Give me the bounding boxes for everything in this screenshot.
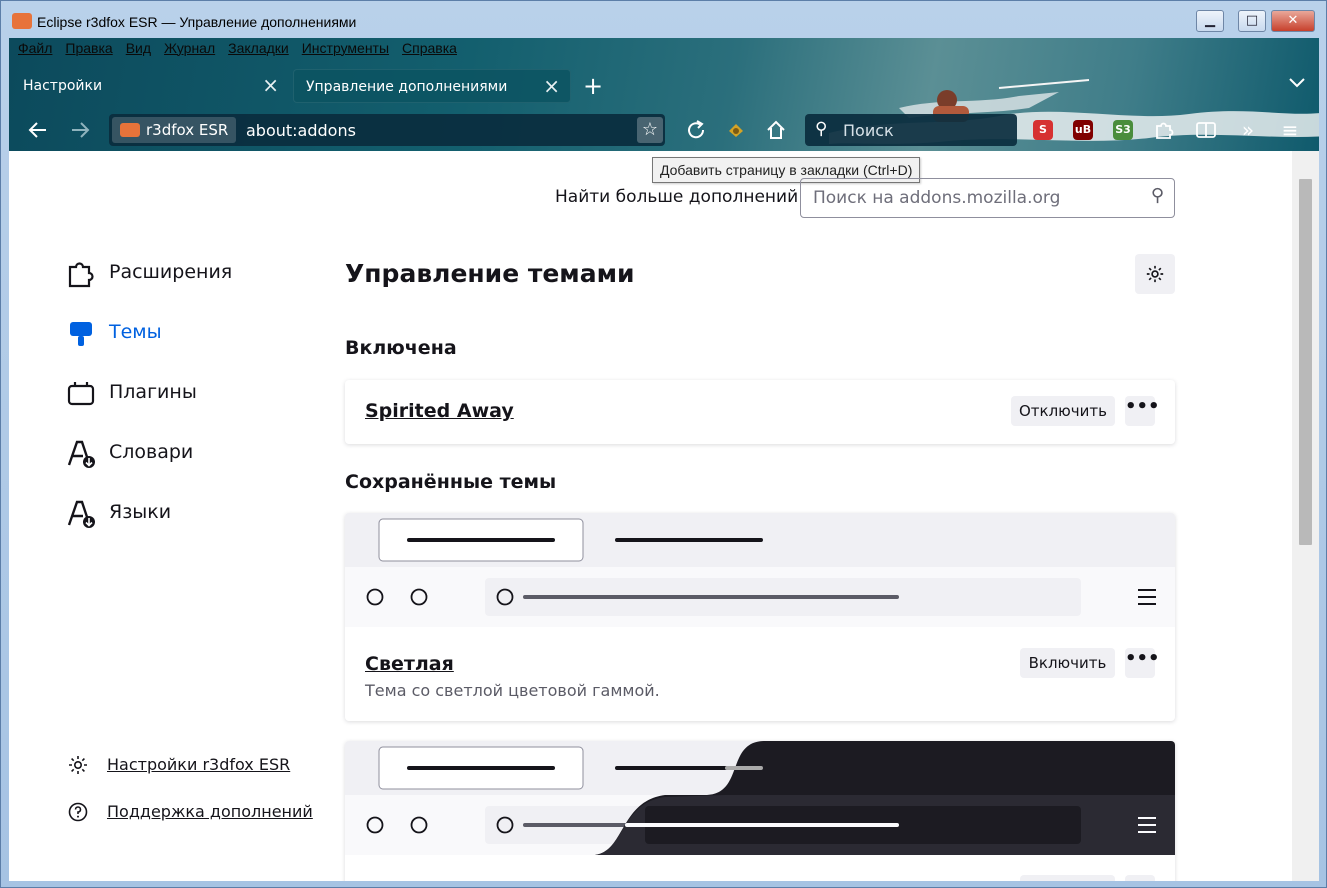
gear-icon	[69, 756, 87, 774]
theme-card-light: Светлая Тема со светлой цветовой гаммой.…	[345, 513, 1175, 721]
extensions-puzzle-icon[interactable]	[1153, 119, 1175, 141]
category-languages[interactable]: Языки	[65, 494, 305, 530]
menu-bookmarks[interactable]: Закладки	[228, 40, 289, 62]
menu-history[interactable]: Журнал	[164, 40, 215, 62]
more-options-button[interactable]	[1125, 875, 1155, 881]
light-theme-preview	[345, 513, 1175, 627]
menu-view[interactable]: Вид	[126, 40, 151, 62]
help-icon	[68, 802, 88, 822]
new-tab-icon[interactable]: +	[583, 74, 603, 98]
enable-button[interactable]	[1020, 875, 1115, 881]
enabled-theme-card: Spirited Away Отключить •••	[345, 380, 1175, 444]
theme-name[interactable]: Spirited Away	[365, 400, 514, 422]
menu-help[interactable]: Справка	[402, 40, 457, 62]
home-icon[interactable]	[765, 119, 787, 141]
category-plugins[interactable]: Плагины	[65, 374, 305, 410]
vertical-scrollbar[interactable]	[1292, 151, 1319, 881]
search-icon: ⚲	[1150, 185, 1164, 206]
menu-bar: Файл Правка Вид Журнал Закладки Инструме…	[9, 40, 461, 62]
scrollbar-thumb[interactable]	[1299, 179, 1312, 545]
plugin-icon	[67, 382, 95, 406]
menu-edit[interactable]: Правка	[65, 40, 112, 62]
list-all-tabs-icon[interactable]	[1289, 76, 1305, 92]
extension-s3-icon[interactable]: S3	[1113, 120, 1133, 140]
menu-file[interactable]: Файл	[18, 40, 52, 62]
language-icon	[67, 500, 95, 528]
ublock-origin-icon[interactable]: uB	[1073, 120, 1093, 140]
category-label: Языки	[109, 501, 172, 523]
browser-window: Eclipse r3dfox ESR — Управление дополнен…	[0, 0, 1327, 888]
url-bar[interactable]: r3dfox ESR about:addons ☆	[109, 114, 665, 146]
split-theme-preview	[345, 741, 1175, 855]
close-tab-icon[interactable]: ×	[543, 76, 560, 96]
tab-settings[interactable]: Настройки ×	[11, 69, 289, 103]
addons-support-link[interactable]: Поддержка дополнений	[67, 799, 327, 823]
extension-leaf-icon[interactable]	[725, 119, 747, 141]
category-themes[interactable]: Темы	[65, 314, 305, 350]
search-icon: ⚲	[815, 119, 828, 139]
bookmark-star-icon[interactable]: ☆	[637, 117, 663, 143]
theme-description: Тема со светлой цветовой гаммой.	[365, 681, 660, 700]
app-logo-icon	[12, 13, 32, 29]
identity-label: r3dfox ESR	[146, 121, 229, 139]
brush-icon	[70, 322, 92, 346]
addons-page: Добавить страницу в закладки (Ctrl+D) На…	[9, 151, 1292, 881]
tab-label: Настройки	[23, 78, 103, 94]
navigation-bar: r3dfox ESR about:addons ☆ ⚲ Поиск S uB S…	[9, 110, 1319, 150]
theme-card-split	[345, 741, 1175, 881]
close-tab-icon[interactable]: ×	[262, 75, 279, 95]
amo-search-placeholder: Поиск на addons.mozilla.org	[813, 188, 1061, 208]
tab-label: Управление дополнениями	[306, 79, 508, 95]
sidebar-toggle-icon[interactable]	[1195, 119, 1217, 141]
window-title: Eclipse r3dfox ESR — Управление дополнен…	[37, 14, 357, 30]
minimize-button[interactable]: ▁	[1196, 10, 1224, 32]
title-bar: Eclipse r3dfox ESR — Управление дополнен…	[1, 1, 1326, 39]
search-placeholder: Поиск	[843, 121, 894, 140]
more-options-button[interactable]: •••	[1125, 396, 1160, 426]
tab-strip: Настройки × Управление дополнениями × +	[9, 66, 1319, 106]
enable-button[interactable]: Включить	[1020, 648, 1115, 678]
category-dictionaries[interactable]: Словари	[65, 434, 305, 470]
web-search-bar[interactable]: ⚲ Поиск	[805, 114, 1017, 146]
site-identity-button[interactable]: r3dfox ESR	[112, 117, 236, 143]
maximize-button[interactable]: □	[1238, 10, 1266, 32]
amo-search-input[interactable]: Поиск на addons.mozilla.org ⚲	[800, 178, 1175, 218]
theme-name[interactable]: Светлая	[365, 653, 454, 675]
category-label: Темы	[109, 321, 162, 343]
category-label: Расширения	[109, 261, 233, 283]
find-more-label: Найти больше дополнений	[555, 187, 799, 207]
enabled-section-heading: Включена	[345, 337, 457, 359]
menu-tools[interactable]: Инструменты	[302, 40, 389, 62]
link-label: Поддержка дополнений	[107, 802, 313, 821]
link-label: Настройки r3dfox ESR	[107, 755, 291, 774]
reload-icon[interactable]	[685, 119, 707, 141]
category-label: Словари	[109, 441, 194, 463]
back-icon[interactable]	[27, 119, 49, 141]
browser-logo-icon	[120, 123, 140, 137]
page-title: Управление темами	[345, 259, 635, 288]
gear-icon	[1146, 265, 1164, 283]
tab-addons-manager[interactable]: Управление дополнениями ×	[293, 69, 571, 103]
close-window-button[interactable]: ✕	[1271, 10, 1315, 32]
overflow-chevron-icon[interactable]: »	[1237, 119, 1259, 141]
category-label: Плагины	[109, 381, 197, 403]
forward-icon[interactable]	[69, 119, 91, 141]
saved-section-heading: Сохранённые темы	[345, 471, 557, 493]
extension-s-icon[interactable]: S	[1033, 120, 1053, 140]
puzzle-icon	[68, 262, 94, 288]
disable-button[interactable]: Отключить	[1011, 396, 1115, 426]
browser-toolbar-area: Файл Правка Вид Журнал Закладки Инструме…	[9, 38, 1319, 151]
more-options-button[interactable]: •••	[1125, 648, 1160, 678]
browser-settings-link[interactable]: Настройки r3dfox ESR	[67, 752, 327, 776]
category-extensions[interactable]: Расширения	[65, 254, 305, 290]
dictionary-icon	[67, 440, 95, 468]
app-menu-icon[interactable]: ≡	[1279, 119, 1301, 141]
tools-menu-button[interactable]	[1135, 254, 1175, 294]
url-text[interactable]: about:addons	[246, 121, 356, 140]
